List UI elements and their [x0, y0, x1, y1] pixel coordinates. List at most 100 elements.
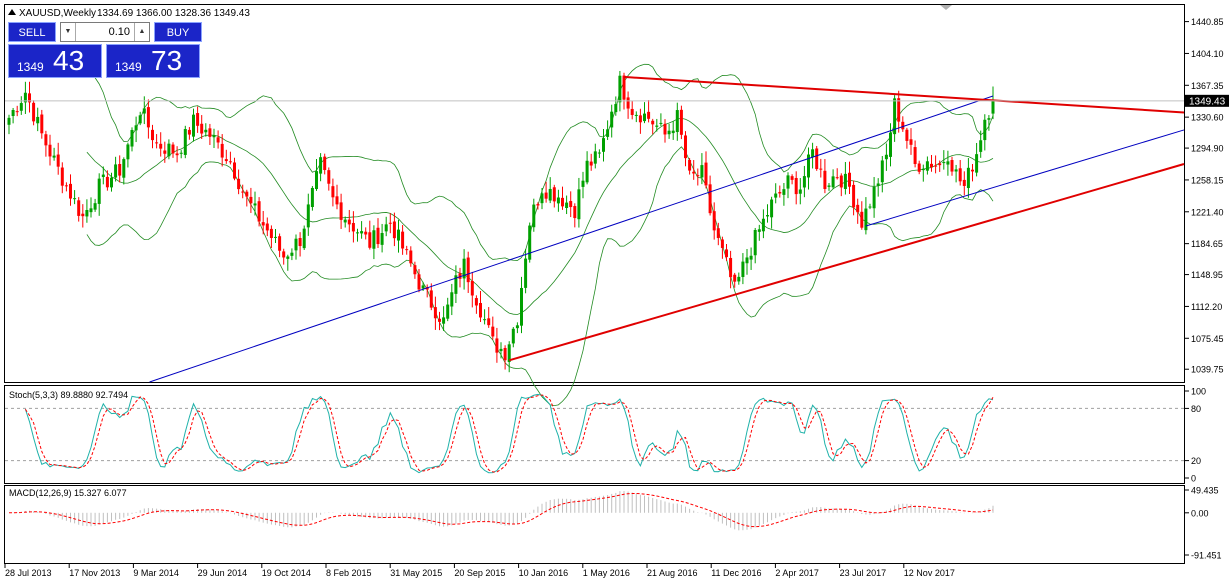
time-tick-label: 2 Apr 2017	[775, 568, 819, 578]
candle-body	[298, 238, 302, 247]
candle-body	[15, 111, 19, 113]
candle-body	[569, 201, 573, 208]
chart-window[interactable]: XAUUSD,Weekly 1334.69 1366.00 1328.36 13…	[0, 0, 1231, 583]
candle-body	[852, 184, 856, 208]
candle-body	[831, 176, 835, 188]
price-tick-label: 1330.60	[1191, 113, 1224, 123]
candle-body	[110, 177, 113, 188]
candle-body	[380, 233, 384, 245]
time-tick-label: 10 Jan 2016	[519, 568, 569, 578]
candle-body	[294, 238, 298, 251]
candle-body	[626, 97, 630, 109]
candle-body	[368, 232, 372, 248]
candle-body	[737, 276, 741, 282]
candle-body	[171, 144, 175, 154]
candle-body	[479, 302, 482, 318]
candle-body	[204, 129, 208, 133]
candle-body	[782, 189, 786, 195]
price-tick-label: 1184.65	[1191, 239, 1223, 249]
candle-body	[749, 255, 753, 260]
time-tick-label: 9 Mar 2014	[133, 568, 179, 578]
candle-body	[442, 317, 446, 324]
candle-body	[868, 206, 872, 208]
candle-body	[983, 119, 987, 141]
candle-body	[909, 139, 913, 145]
candle-body	[343, 219, 347, 223]
time-tick-label: 20 Sep 2015	[454, 568, 505, 578]
candle-body	[278, 236, 282, 251]
lot-increase-icon[interactable]: ▲	[134, 23, 149, 41]
candle-body	[130, 129, 134, 147]
buy-price-box[interactable]: 1349 73	[106, 44, 200, 78]
sell-price-box[interactable]: 1349 43	[8, 44, 102, 78]
candle-body	[315, 171, 318, 190]
candle-body	[429, 290, 433, 308]
candle-body	[856, 204, 860, 213]
chart-svg[interactable]: XAUUSD,Weekly 1334.69 1366.00 1328.36 13…	[0, 0, 1231, 583]
time-tick-label: 19 Oct 2014	[262, 568, 311, 578]
candle-body	[269, 228, 273, 238]
candle-body	[520, 287, 523, 326]
candle-body	[745, 257, 749, 264]
sell-button[interactable]: SELL	[8, 22, 56, 42]
candle-body	[540, 193, 544, 204]
candle-body	[643, 113, 646, 122]
candle-body	[593, 151, 597, 164]
candle-body	[208, 128, 212, 137]
candle-body	[323, 156, 327, 171]
candle-body	[183, 129, 187, 155]
candle-body	[265, 223, 269, 231]
price-tick-label: 1039.75	[1191, 365, 1224, 375]
candle-body	[163, 150, 167, 154]
candle-body	[884, 154, 888, 160]
candle-body	[134, 125, 138, 131]
candle-body	[942, 162, 946, 164]
candle-body	[93, 203, 97, 210]
time-tick-label: 1 May 2016	[583, 568, 630, 578]
candle-body	[376, 227, 380, 245]
lot-dropdown-icon[interactable]: ▼	[61, 23, 76, 41]
time-tick-label: 8 Feb 2015	[326, 568, 372, 578]
candle-body	[622, 75, 626, 100]
candle-body	[925, 161, 929, 171]
candle-body	[85, 209, 89, 217]
candle-body	[774, 193, 778, 198]
candle-body	[233, 162, 236, 179]
candle-body	[438, 318, 441, 322]
candle-body	[433, 307, 437, 319]
stoch-tick-label: 0	[1191, 474, 1196, 484]
candle-body	[946, 161, 950, 165]
candle-body	[548, 188, 552, 201]
buy-price-pips: 73	[151, 45, 183, 76]
candle-body	[64, 185, 68, 187]
macd-tick-label: 0.00	[1191, 508, 1209, 518]
lot-size-value[interactable]: 0.10	[77, 23, 133, 41]
candle-body	[474, 298, 478, 306]
candle-body	[708, 184, 712, 214]
candle-body	[192, 114, 195, 137]
candle-body	[630, 108, 634, 115]
price-tick-label: 1112.20	[1191, 302, 1222, 312]
candle-body	[720, 239, 724, 248]
candle-body	[565, 202, 569, 209]
candle-body	[610, 111, 614, 128]
candle-body	[392, 221, 396, 239]
candle-body	[118, 163, 122, 176]
candle-body	[97, 178, 101, 204]
candle-body	[69, 183, 72, 199]
candle-body	[917, 163, 921, 172]
candle-body	[979, 140, 983, 152]
candle-body	[36, 116, 40, 124]
candle-body	[77, 200, 81, 216]
candle-body	[487, 318, 491, 326]
candle-body	[310, 187, 314, 208]
candle-body	[819, 168, 823, 170]
candle-body	[331, 186, 335, 198]
lot-size-field[interactable]: ▼ 0.10 ▲	[60, 22, 150, 42]
buy-button[interactable]: BUY	[154, 22, 202, 42]
candle-body	[142, 108, 146, 114]
candle-body	[913, 147, 917, 165]
candle-body	[405, 249, 409, 251]
candle-body	[827, 185, 831, 187]
candle-body	[446, 304, 450, 319]
